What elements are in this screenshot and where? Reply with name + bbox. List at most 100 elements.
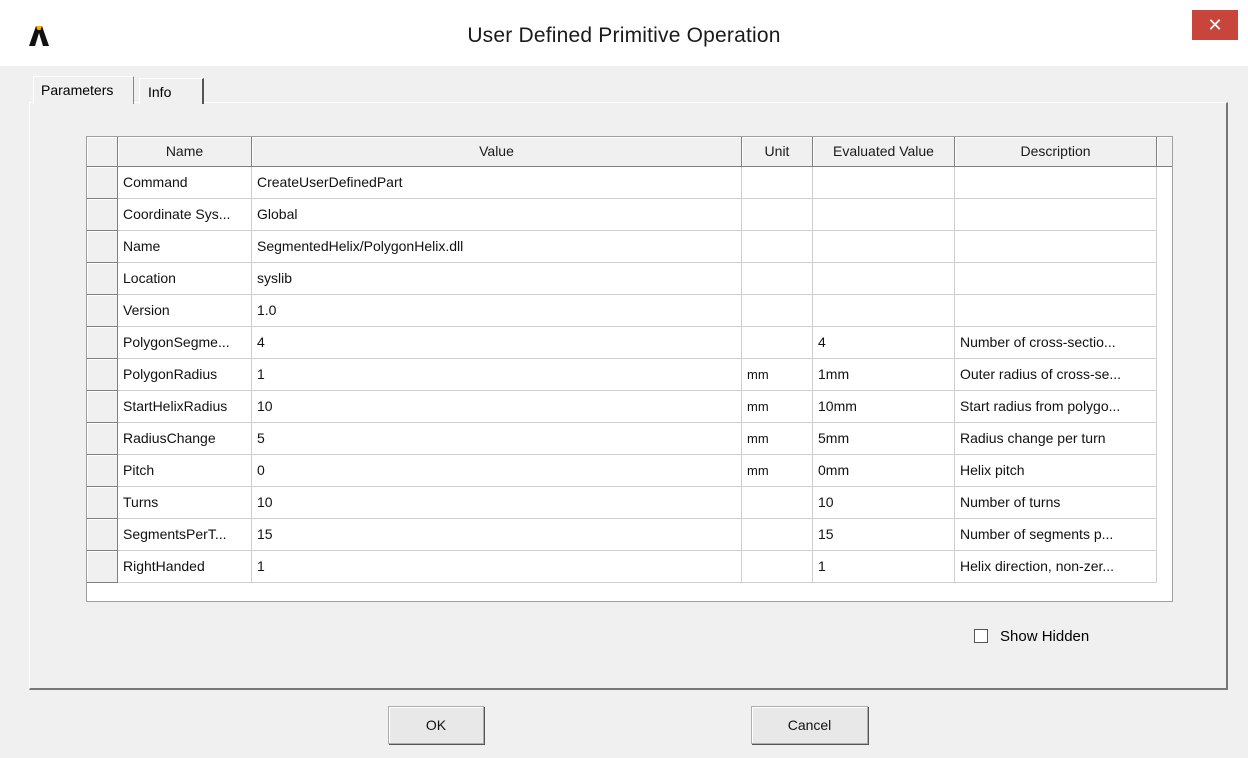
- name-cell[interactable]: Turns: [118, 487, 252, 519]
- description-cell[interactable]: Number of turns: [955, 487, 1157, 519]
- unit-cell[interactable]: [742, 263, 813, 295]
- evaluated-value-cell[interactable]: 15: [813, 519, 955, 551]
- unit-cell[interactable]: [742, 231, 813, 263]
- column-header-name[interactable]: Name: [118, 137, 252, 166]
- value-cell[interactable]: 4: [252, 327, 742, 359]
- row-header[interactable]: [87, 391, 118, 423]
- column-header-description[interactable]: Description: [955, 137, 1157, 166]
- description-cell[interactable]: Outer radius of cross-se...: [955, 359, 1157, 391]
- column-header-evaluated-value[interactable]: Evaluated Value: [813, 137, 955, 166]
- value-cell[interactable]: syslib: [252, 263, 742, 295]
- description-cell[interactable]: [955, 199, 1157, 231]
- evaluated-value-cell[interactable]: 10mm: [813, 391, 955, 423]
- name-cell[interactable]: Coordinate Sys...: [118, 199, 252, 231]
- description-cell[interactable]: Helix direction, non-zer...: [955, 551, 1157, 583]
- table-row[interactable]: SegmentsPerT... 15 15 Number of segments p.…: [87, 519, 1157, 551]
- value-cell[interactable]: 0: [252, 455, 742, 487]
- table-row[interactable]: RadiusChange 5 mm 5mm Radius change per turn: [87, 423, 1157, 455]
- unit-cell[interactable]: [742, 295, 813, 327]
- unit-cell[interactable]: mm: [742, 359, 813, 391]
- row-header[interactable]: [87, 423, 118, 455]
- description-cell[interactable]: [955, 167, 1157, 199]
- evaluated-value-cell[interactable]: 1: [813, 551, 955, 583]
- name-cell[interactable]: PolygonRadius: [118, 359, 252, 391]
- corner-header[interactable]: [87, 137, 118, 166]
- unit-cell[interactable]: [742, 167, 813, 199]
- name-cell[interactable]: Pitch: [118, 455, 252, 487]
- evaluated-value-cell[interactable]: [813, 167, 955, 199]
- table-row[interactable]: StartHelixRadius 10 mm 10mm Start radius fro…: [87, 391, 1157, 423]
- evaluated-value-cell[interactable]: 1mm: [813, 359, 955, 391]
- row-header[interactable]: [87, 167, 118, 199]
- evaluated-value-cell[interactable]: [813, 295, 955, 327]
- table-row[interactable]: Location syslib: [87, 263, 1157, 295]
- value-cell[interactable]: 1: [252, 551, 742, 583]
- value-cell[interactable]: 10: [252, 487, 742, 519]
- value-cell[interactable]: 10: [252, 391, 742, 423]
- evaluated-value-cell[interactable]: [813, 263, 955, 295]
- value-cell[interactable]: CreateUserDefinedPart: [252, 167, 742, 199]
- table-row[interactable]: Turns 10 10 Number of turns: [87, 487, 1157, 519]
- value-cell[interactable]: 15: [252, 519, 742, 551]
- row-header[interactable]: [87, 295, 118, 327]
- value-cell[interactable]: 1: [252, 359, 742, 391]
- description-cell[interactable]: Radius change per turn: [955, 423, 1157, 455]
- description-cell[interactable]: Number of segments p...: [955, 519, 1157, 551]
- table-row[interactable]: PolygonSegme... 4 4 Number of cross-sectio.…: [87, 327, 1157, 359]
- row-header[interactable]: [87, 487, 118, 519]
- evaluated-value-cell[interactable]: [813, 231, 955, 263]
- ok-button[interactable]: OK: [388, 706, 484, 744]
- evaluated-value-cell[interactable]: 0mm: [813, 455, 955, 487]
- name-cell[interactable]: Version: [118, 295, 252, 327]
- column-header-value[interactable]: Value: [252, 137, 742, 166]
- value-cell[interactable]: 1.0: [252, 295, 742, 327]
- description-cell[interactable]: Start radius from polygo...: [955, 391, 1157, 423]
- table-row[interactable]: Coordinate Sys... Global: [87, 199, 1157, 231]
- column-header-unit[interactable]: Unit: [742, 137, 813, 166]
- row-header[interactable]: [87, 455, 118, 487]
- name-cell[interactable]: PolygonSegme...: [118, 327, 252, 359]
- evaluated-value-cell[interactable]: 10: [813, 487, 955, 519]
- show-hidden-checkbox[interactable]: [974, 629, 988, 643]
- tab-parameters[interactable]: Parameters: [33, 76, 134, 104]
- cancel-button[interactable]: Cancel: [751, 706, 868, 744]
- show-hidden-option[interactable]: Show Hidden: [974, 626, 1089, 646]
- close-button[interactable]: ✕: [1192, 10, 1238, 40]
- evaluated-value-cell[interactable]: [813, 199, 955, 231]
- value-cell[interactable]: SegmentedHelix/PolygonHelix.dll: [252, 231, 742, 263]
- unit-cell[interactable]: [742, 199, 813, 231]
- description-cell[interactable]: [955, 295, 1157, 327]
- name-cell[interactable]: StartHelixRadius: [118, 391, 252, 423]
- unit-cell[interactable]: [742, 487, 813, 519]
- description-cell[interactable]: [955, 231, 1157, 263]
- table-row[interactable]: Version 1.0: [87, 295, 1157, 327]
- unit-cell[interactable]: mm: [742, 455, 813, 487]
- unit-cell[interactable]: [742, 519, 813, 551]
- name-cell[interactable]: RadiusChange: [118, 423, 252, 455]
- row-header[interactable]: [87, 359, 118, 391]
- unit-cell[interactable]: [742, 327, 813, 359]
- evaluated-value-cell[interactable]: 5mm: [813, 423, 955, 455]
- description-cell[interactable]: Helix pitch: [955, 455, 1157, 487]
- row-header[interactable]: [87, 231, 118, 263]
- row-header[interactable]: [87, 199, 118, 231]
- unit-cell[interactable]: mm: [742, 423, 813, 455]
- row-header[interactable]: [87, 263, 118, 295]
- row-header[interactable]: [87, 519, 118, 551]
- table-row[interactable]: PolygonRadius 1 mm 1mm Outer radius of cross…: [87, 359, 1157, 391]
- name-cell[interactable]: RightHanded: [118, 551, 252, 583]
- table-row[interactable]: Command CreateUserDefinedPart: [87, 167, 1157, 199]
- name-cell[interactable]: Command: [118, 167, 252, 199]
- name-cell[interactable]: Location: [118, 263, 252, 295]
- unit-cell[interactable]: [742, 551, 813, 583]
- description-cell[interactable]: Number of cross-sectio...: [955, 327, 1157, 359]
- name-cell[interactable]: SegmentsPerT...: [118, 519, 252, 551]
- value-cell[interactable]: Global: [252, 199, 742, 231]
- description-cell[interactable]: [955, 263, 1157, 295]
- tab-info[interactable]: Info: [139, 78, 204, 104]
- unit-cell[interactable]: mm: [742, 391, 813, 423]
- name-cell[interactable]: Name: [118, 231, 252, 263]
- table-row[interactable]: RightHanded 1 1 Helix direction, non-zer...: [87, 551, 1157, 583]
- row-header[interactable]: [87, 551, 118, 583]
- value-cell[interactable]: 5: [252, 423, 742, 455]
